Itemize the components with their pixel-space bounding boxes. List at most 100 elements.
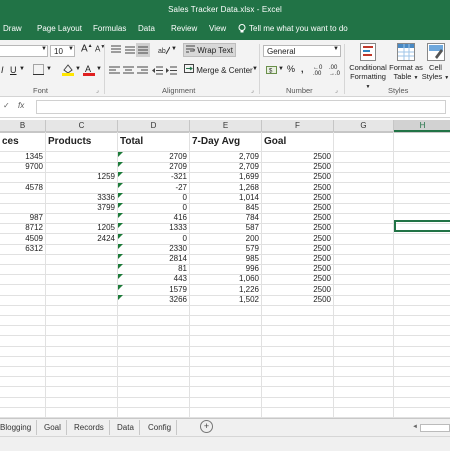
- lightbulb-icon: [238, 24, 246, 33]
- fx-icon[interactable]: fx: [18, 101, 24, 110]
- header-cell-h[interactable]: [394, 132, 450, 152]
- percent-style-button[interactable]: %: [287, 64, 295, 74]
- empty-cell[interactable]: [190, 407, 262, 418]
- empty-cell[interactable]: [118, 407, 190, 418]
- active-cell-h10[interactable]: [394, 220, 450, 232]
- orientation-icon[interactable]: ab: [158, 45, 171, 57]
- decrease-decimal-button[interactable]: .00 →.0: [329, 65, 340, 77]
- header-cell-d[interactable]: Total: [118, 132, 190, 152]
- status-bar: [0, 436, 450, 451]
- column-header-e[interactable]: E: [190, 120, 262, 132]
- ribbon-tab-bar: Draw Page Layout Formulas Data Review Vi…: [0, 22, 450, 38]
- tab-draw[interactable]: Draw: [3, 24, 22, 33]
- align-middle-icon[interactable]: [124, 45, 136, 57]
- orientation-dropdown-icon[interactable]: ▼: [171, 46, 177, 52]
- merge-dropdown-icon[interactable]: ▼: [252, 66, 258, 72]
- underline-button[interactable]: U: [10, 65, 17, 75]
- align-left-icon[interactable]: [109, 66, 120, 77]
- borders-dropdown-icon[interactable]: ▼: [46, 66, 52, 72]
- sheet-tab-blogging[interactable]: Blogging: [0, 420, 38, 435]
- styles-group-label: Styles: [388, 86, 409, 95]
- conditional-formatting-button[interactable]: Conditional Formatting ▼: [347, 43, 389, 92]
- empty-cell[interactable]: [262, 407, 334, 418]
- align-top-icon[interactable]: [110, 45, 122, 57]
- font-group-label: Font: [33, 86, 49, 95]
- title-bar: Sales Tracker Data.xlsx - Excel Draw Pag…: [0, 0, 450, 40]
- accounting-format-icon[interactable]: $: [266, 64, 277, 77]
- empty-cell[interactable]: [0, 407, 46, 418]
- font-launcher-icon[interactable]: ⌟: [96, 87, 99, 94]
- column-header-h[interactable]: H: [394, 120, 450, 132]
- scroll-left-icon[interactable]: ◄: [412, 424, 418, 430]
- empty-cell[interactable]: [334, 407, 394, 418]
- column-header-g[interactable]: G: [334, 120, 394, 132]
- fill-color-icon[interactable]: [62, 63, 74, 78]
- column-header-f[interactable]: F: [262, 120, 334, 132]
- increase-font-icon[interactable]: A▲: [81, 43, 93, 54]
- merge-center-icon: [184, 64, 194, 73]
- wrap-text-label: Wrap Text: [197, 46, 233, 55]
- font-size-dropdown-icon[interactable]: ▼: [68, 46, 74, 52]
- empty-cell[interactable]: [46, 407, 118, 418]
- add-sheet-button[interactable]: +: [200, 420, 213, 433]
- comma-style-button[interactable]: ,: [301, 64, 304, 74]
- format-as-table-button[interactable]: Format as Table ▼: [389, 43, 423, 83]
- align-bottom-icon[interactable]: [136, 43, 150, 57]
- window-title: Sales Tracker Data.xlsx - Excel: [168, 5, 282, 14]
- cell-styles-button[interactable]: Cell Styles ▼: [421, 43, 450, 83]
- header-cell-b[interactable]: ces: [0, 132, 46, 152]
- align-center-icon[interactable]: [123, 66, 134, 77]
- font-color-icon[interactable]: A: [83, 63, 95, 78]
- font-size-value: 10: [54, 47, 63, 56]
- tab-data[interactable]: Data: [138, 24, 155, 33]
- increase-decimal-button[interactable]: ←0.00: [313, 65, 322, 77]
- tab-review[interactable]: Review: [171, 24, 197, 33]
- worksheet-grid[interactable]: BCDEFGH ces Products Total 7-Day Avg Goal 134…: [0, 120, 450, 418]
- fill-color-dropdown-icon[interactable]: ▼: [75, 66, 81, 72]
- decrease-indent-icon[interactable]: [152, 66, 163, 77]
- column-header-c[interactable]: C: [46, 120, 118, 132]
- horizontal-scrollbar[interactable]: [420, 424, 450, 432]
- number-format-dropdown-icon[interactable]: ▼: [333, 46, 339, 52]
- sheet-tab-config[interactable]: Config: [143, 420, 178, 435]
- wrap-text-button[interactable]: Wrap Text: [183, 43, 236, 57]
- increase-indent-icon[interactable]: [166, 66, 177, 77]
- header-cell-f[interactable]: Goal: [262, 132, 334, 152]
- header-cell-g[interactable]: [334, 132, 394, 152]
- formula-bar: ✓ fx: [0, 97, 450, 118]
- header-cell-c[interactable]: Products: [46, 132, 118, 152]
- number-group-label: Number: [286, 86, 313, 95]
- accounting-dropdown-icon[interactable]: ▼: [278, 66, 284, 72]
- number-format-value: General: [267, 47, 296, 56]
- empty-cell[interactable]: [394, 407, 450, 418]
- italic-button[interactable]: I: [1, 65, 4, 75]
- header-cell-e[interactable]: 7-Day Avg: [190, 132, 262, 152]
- align-right-icon[interactable]: [137, 66, 148, 77]
- cancel-icon[interactable]: ✓: [3, 101, 10, 110]
- sheet-tab-records[interactable]: Records: [69, 420, 110, 435]
- formula-input[interactable]: [36, 100, 446, 114]
- sheet-tab-data[interactable]: Data: [112, 420, 140, 435]
- group-separator: [344, 44, 345, 94]
- merge-center-label: Merge & Center: [196, 66, 253, 75]
- alignment-launcher-icon[interactable]: ⌟: [251, 87, 254, 94]
- font-color-dropdown-icon[interactable]: ▼: [96, 66, 102, 72]
- column-header-d[interactable]: D: [118, 120, 190, 132]
- number-format-box[interactable]: General: [263, 45, 341, 57]
- svg-text:ab: ab: [158, 48, 166, 55]
- group-separator: [259, 44, 260, 94]
- borders-icon[interactable]: [33, 64, 44, 77]
- underline-dropdown-icon[interactable]: ▼: [19, 66, 25, 72]
- sheet-tab-goal[interactable]: Goal: [39, 420, 67, 435]
- tell-me-box[interactable]: Tell me what you want to do: [238, 24, 348, 33]
- tab-view[interactable]: View: [209, 24, 226, 33]
- font-name-dropdown-icon[interactable]: ▼: [41, 46, 47, 52]
- tab-page-layout[interactable]: Page Layout: [37, 24, 82, 33]
- number-launcher-icon[interactable]: ⌟: [335, 87, 338, 94]
- group-separator: [104, 44, 105, 94]
- merge-center-button[interactable]: Merge & Center: [184, 64, 253, 75]
- column-header-b[interactable]: B: [0, 120, 46, 132]
- tab-formulas[interactable]: Formulas: [93, 24, 126, 33]
- sheet-tab-bar: Blogging Goal Records Data Config + ◄: [0, 418, 450, 437]
- cell-styles-label: Cell Styles: [421, 63, 443, 81]
